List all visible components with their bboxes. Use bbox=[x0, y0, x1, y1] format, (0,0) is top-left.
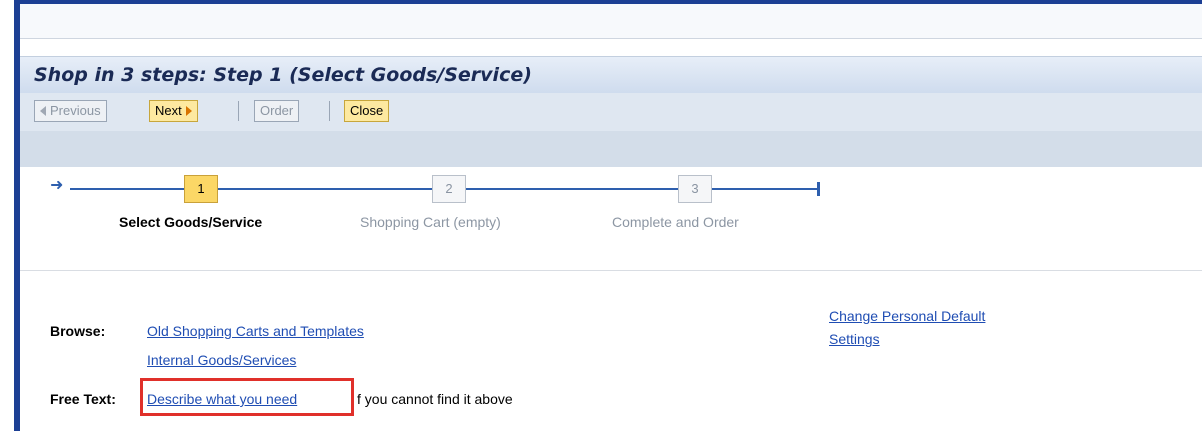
change-settings-link-line1[interactable]: Change Personal Default bbox=[829, 308, 985, 324]
free-text-label: Free Text: bbox=[50, 391, 116, 407]
step-1-box[interactable]: 1 bbox=[184, 175, 218, 203]
toolbar-separator bbox=[238, 101, 239, 121]
end-cap-icon bbox=[817, 182, 820, 196]
step-connector bbox=[218, 188, 432, 190]
change-settings-link-line2[interactable]: Settings bbox=[829, 331, 880, 347]
toolbar: Previous Next Order Close bbox=[20, 93, 1202, 131]
step-3-box[interactable]: 3 bbox=[678, 175, 712, 203]
main-content: Browse: Old Shopping Carts and Templates… bbox=[20, 271, 1202, 431]
step-indicator: ➜ 1 2 3 Select Goods/Service Shopping Ca… bbox=[20, 167, 1202, 271]
step-2-label[interactable]: Shopping Cart (empty) bbox=[360, 214, 501, 230]
next-button-label: Next bbox=[155, 103, 182, 118]
browse-label: Browse: bbox=[50, 323, 106, 339]
previous-button[interactable]: Previous bbox=[34, 100, 107, 122]
header-bar bbox=[20, 4, 1202, 39]
title-bar: Shop in 3 steps: Step 1 (Select Goods/Se… bbox=[20, 56, 1202, 93]
start-arrow-icon: ➜ bbox=[50, 177, 64, 194]
header-spacer bbox=[20, 39, 1202, 55]
close-button-label: Close bbox=[350, 103, 384, 118]
close-button[interactable]: Close bbox=[344, 100, 390, 122]
next-button[interactable]: Next bbox=[149, 100, 198, 122]
step-1-label[interactable]: Select Goods/Service bbox=[119, 214, 262, 230]
triangle-right-icon bbox=[185, 106, 192, 116]
step-connector bbox=[70, 188, 184, 190]
triangle-left-icon bbox=[40, 106, 46, 116]
step-2-box[interactable]: 2 bbox=[432, 175, 466, 203]
page-title: Shop in 3 steps: Step 1 (Select Goods/Se… bbox=[34, 64, 532, 86]
step-connector bbox=[466, 188, 678, 190]
step-connector bbox=[712, 188, 818, 190]
old-shopping-carts-link[interactable]: Old Shopping Carts and Templates bbox=[147, 323, 364, 339]
free-text-hint: f you cannot find it above bbox=[357, 391, 513, 407]
internal-goods-link[interactable]: Internal Goods/Services bbox=[147, 352, 296, 368]
toolbar-separator bbox=[329, 101, 330, 121]
order-button-label: Order bbox=[260, 103, 294, 118]
previous-button-label: Previous bbox=[50, 103, 101, 118]
step-header-band bbox=[20, 131, 1202, 167]
highlight-box bbox=[140, 378, 354, 416]
order-button[interactable]: Order bbox=[254, 100, 300, 122]
step-3-label[interactable]: Complete and Order bbox=[612, 214, 739, 230]
